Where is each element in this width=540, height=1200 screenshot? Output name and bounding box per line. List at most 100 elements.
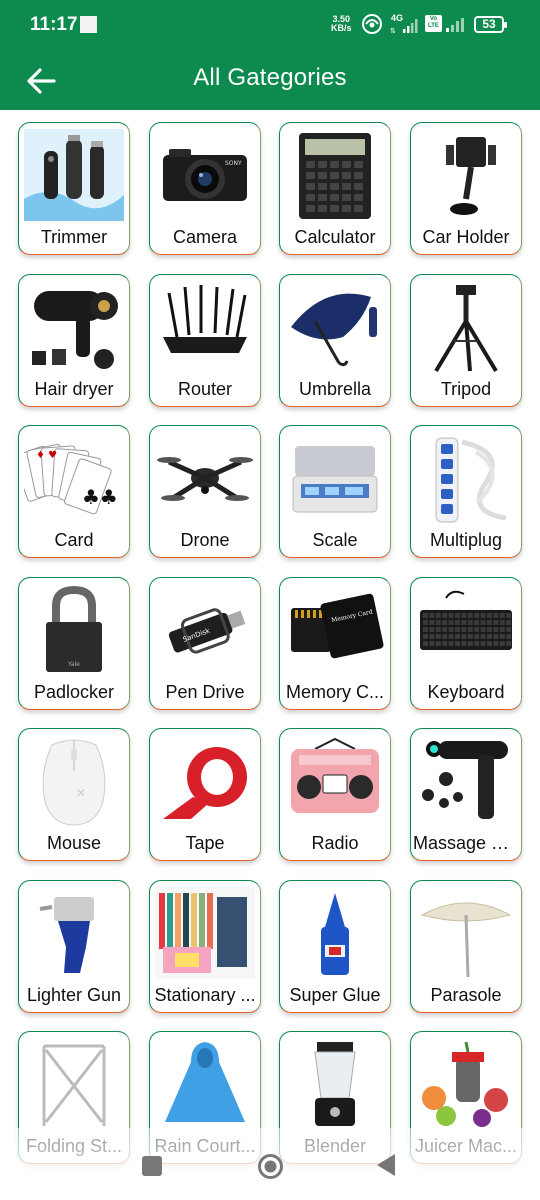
battery-icon: 53 <box>474 16 507 33</box>
calculator-image <box>285 129 385 221</box>
app-bar: All Gategories <box>0 50 540 110</box>
category-card[interactable]: Scale <box>279 425 391 558</box>
hotspot-icon <box>362 14 382 34</box>
category-label: Tape <box>185 833 225 853</box>
category-card[interactable]: Multiplug <box>410 425 522 558</box>
category-card[interactable]: Router <box>149 273 261 407</box>
category-label: Tripod <box>440 378 492 399</box>
category-label: Padlocker <box>33 681 115 702</box>
category-card[interactable]: Parasole <box>410 879 522 1013</box>
volte-icon: Vo LTE <box>425 15 442 32</box>
notification-icon <box>80 16 97 33</box>
category-label: Calculator <box>294 227 376 247</box>
tape-image <box>155 735 255 827</box>
category-label: Umbrella <box>298 378 372 399</box>
category-card[interactable]: Tripod <box>410 273 522 407</box>
system-nav-bar <box>0 1138 540 1200</box>
page-title: All Gategories <box>193 64 347 91</box>
nav-back-button[interactable] <box>375 1153 397 1182</box>
umbrella-image <box>285 281 385 373</box>
category-card[interactable]: Tape <box>149 728 261 861</box>
category-label: Card <box>54 530 94 550</box>
category-label: Mouse <box>46 833 102 853</box>
category-label: Massage G... <box>413 833 521 853</box>
category-card[interactable]: ♣♣ ♦ ♥ Card <box>18 425 130 558</box>
triangle-back-icon <box>377 1154 395 1176</box>
category-card[interactable]: Yale Padlocker <box>18 576 130 710</box>
category-label: Parasole <box>430 984 502 1005</box>
playing-cards-image: ♣♣ ♦ ♥ <box>24 432 124 524</box>
category-card[interactable]: ✕ Mouse <box>18 728 130 861</box>
massage-gun-image <box>416 735 516 827</box>
category-card[interactable]: Radio <box>279 728 391 861</box>
multiplug-image <box>416 432 516 524</box>
category-label: Multiplug <box>429 530 503 550</box>
pen-drive-image: SanDisk <box>155 584 255 676</box>
category-card[interactable]: Trimmer <box>18 122 130 255</box>
radio-image <box>285 735 385 827</box>
scale-image <box>285 432 385 524</box>
category-card[interactable]: Super Glue <box>279 879 391 1013</box>
padlock-image: Yale <box>24 584 124 676</box>
lighter-gun-image <box>24 887 124 979</box>
category-card[interactable]: Memory Card Memory C... <box>279 576 391 710</box>
status-time: 11:17 <box>30 14 78 35</box>
router-image <box>155 281 255 373</box>
category-label: Car Holder <box>422 227 510 247</box>
category-card[interactable]: Calculator <box>279 122 391 255</box>
hair-dryer-image <box>24 281 124 373</box>
category-card[interactable]: SanDisk Pen Drive <box>149 576 261 710</box>
camera-image: SONY <box>155 129 255 221</box>
category-label: Router <box>177 378 233 399</box>
network-speed-unit: KB/s <box>331 23 352 33</box>
svg-text:SONY: SONY <box>225 160 242 167</box>
drone-image <box>155 432 255 524</box>
category-card[interactable]: Hair dryer <box>18 273 130 407</box>
keyboard-image <box>416 584 516 676</box>
category-card[interactable]: Umbrella <box>279 273 391 407</box>
juicer-image <box>416 1038 516 1130</box>
category-card[interactable]: Massage G... <box>410 728 522 861</box>
circle-icon <box>258 1154 283 1179</box>
category-label: Hair dryer <box>34 378 114 399</box>
network-speed: 3.50 KB/s <box>331 15 352 33</box>
svg-text:♦ ♥: ♦ ♥ <box>36 450 57 461</box>
category-card[interactable]: SONY Camera <box>149 122 261 255</box>
svg-text:✕: ✕ <box>76 786 86 800</box>
tripod-image <box>416 281 516 373</box>
category-label: Keyboard <box>427 681 505 702</box>
category-card[interactable]: Drone <box>149 425 261 558</box>
svg-text:♣♣: ♣♣ <box>82 485 118 509</box>
folding-stand-image <box>24 1038 124 1130</box>
screen: 11:17 3.50 KB/s 4G ⇅ Vo LTE 53 All Gateg… <box>0 0 540 1200</box>
square-icon[interactable] <box>142 1156 162 1176</box>
super-glue-image <box>285 887 385 979</box>
car-holder-image <box>416 129 516 221</box>
category-label: Scale <box>312 530 358 550</box>
category-label: Memory C... <box>285 681 384 702</box>
category-label: Pen Drive <box>165 681 245 702</box>
category-card[interactable]: Car Holder <box>410 122 522 255</box>
category-card[interactable]: Lighter Gun <box>18 879 130 1013</box>
raincoat-image <box>155 1038 255 1130</box>
category-card[interactable]: Stationary ... <box>149 879 261 1013</box>
svg-text:⇅: ⇅ <box>390 27 396 35</box>
signal-strength-icon <box>446 18 464 32</box>
parasol-image <box>416 887 516 979</box>
category-card[interactable]: Keyboard <box>410 576 522 710</box>
blender-image <box>285 1038 385 1130</box>
signal-4g-icon: 4G ⇅ <box>389 13 419 37</box>
category-label: Radio <box>311 833 359 853</box>
home-button[interactable] <box>257 1153 284 1185</box>
category-label: Lighter Gun <box>26 984 122 1005</box>
trimmer-image <box>24 129 124 221</box>
stationary-image <box>155 886 255 979</box>
category-label: Drone <box>180 530 230 550</box>
category-label: Stationary ... <box>154 984 256 1005</box>
memory-card-image: Memory Card <box>285 584 385 676</box>
mouse-image: ✕ <box>24 735 124 827</box>
status-bar: 11:17 3.50 KB/s 4G ⇅ Vo LTE 53 <box>0 0 540 50</box>
category-label: Super Glue <box>289 984 381 1005</box>
category-label: Trimmer <box>40 227 108 247</box>
svg-text:Yale: Yale <box>67 661 80 668</box>
